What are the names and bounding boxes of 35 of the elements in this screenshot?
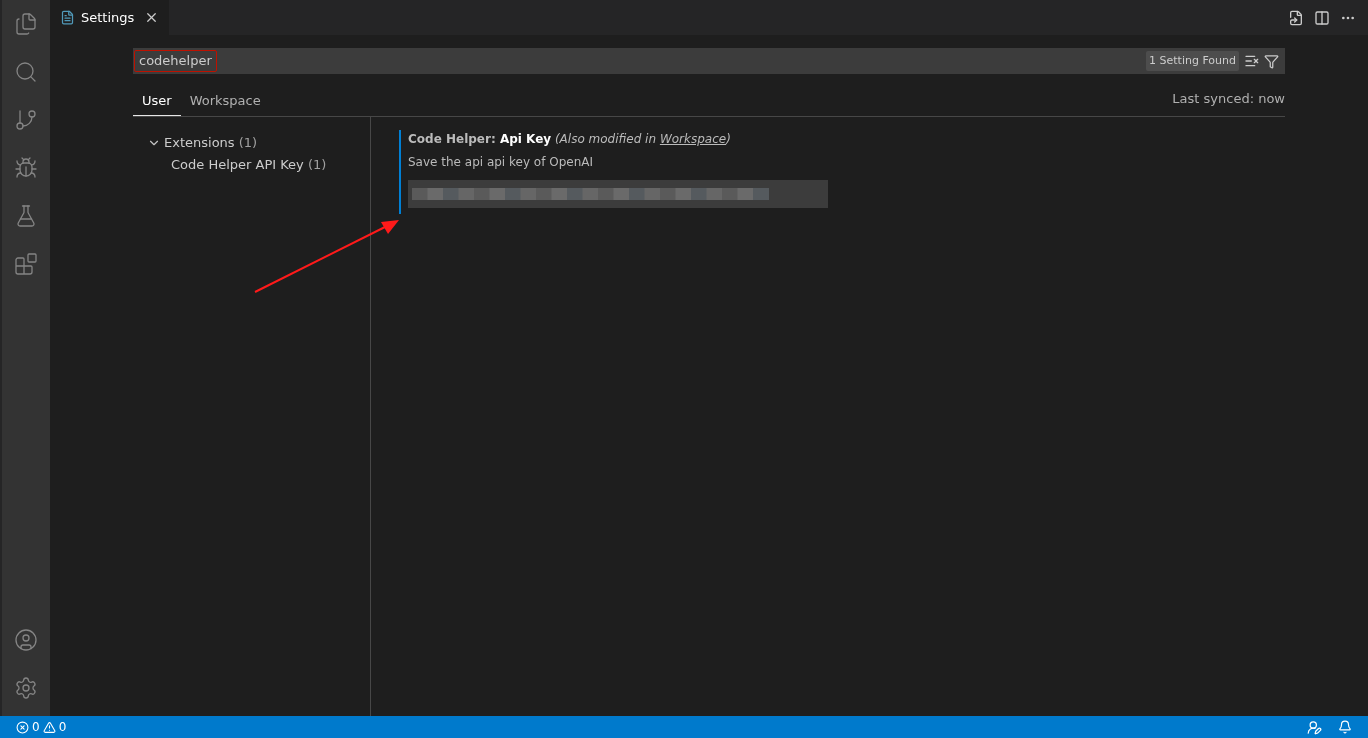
- open-json-icon[interactable]: [1288, 9, 1304, 26]
- bug-icon[interactable]: [14, 156, 38, 180]
- sync-status: Last synced: now: [1172, 89, 1285, 108]
- search-icon[interactable]: [14, 60, 38, 84]
- clear-filter-icon[interactable]: [1244, 53, 1260, 69]
- toc-item[interactable]: Code Helper API Key (1): [171, 155, 327, 175]
- bell-icon[interactable]: [1338, 720, 1352, 734]
- close-icon[interactable]: [144, 10, 159, 25]
- files-icon[interactable]: [14, 12, 38, 36]
- warning-count: 0: [58, 719, 67, 736]
- scope-tab[interactable]: User: [133, 86, 181, 116]
- result-count: 1 Setting Found: [1146, 50, 1239, 72]
- file-icon: [60, 10, 75, 25]
- flask-icon[interactable]: [14, 204, 38, 228]
- search-value: codehelper: [134, 50, 217, 72]
- scope-tab[interactable]: Workspace: [180, 86, 270, 116]
- feedback-icon[interactable]: [1307, 719, 1322, 735]
- search-field[interactable]: codehelper 1 Setting Found: [133, 48, 1285, 74]
- account-icon[interactable]: [14, 628, 38, 652]
- setting-description: Save the api api key of OpenAI: [408, 154, 594, 171]
- tab-title: Settings: [81, 8, 135, 27]
- setting-input[interactable]: [408, 180, 828, 208]
- filter-icon[interactable]: [1264, 53, 1279, 69]
- error-count: 0: [32, 719, 40, 736]
- settings-icon[interactable]: [14, 676, 38, 700]
- problems-status[interactable]: 0 0: [16, 718, 67, 736]
- toc-item[interactable]: Extensions (1): [164, 133, 258, 153]
- branch-icon[interactable]: [14, 108, 38, 132]
- setting-title: Code Helper: Api Key (Also modified in Workspace): [408, 131, 732, 148]
- workspace-link[interactable]: Workspace: [659, 132, 727, 146]
- error-icon: [16, 720, 29, 734]
- editor-tab[interactable]: Settings: [50, 0, 169, 35]
- split-editor-icon[interactable]: [1314, 9, 1330, 26]
- extensions-icon[interactable]: [14, 252, 38, 276]
- warning-icon: [42, 720, 56, 734]
